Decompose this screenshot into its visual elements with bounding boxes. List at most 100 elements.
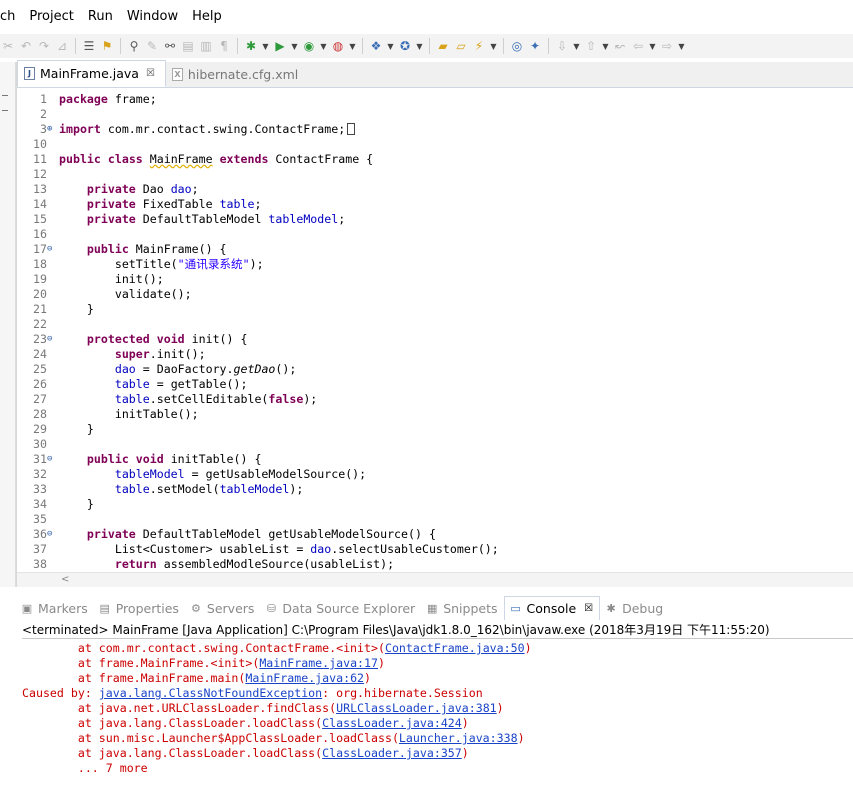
expand-fold-icon[interactable]: ⊕ xyxy=(47,122,57,137)
forward-icon[interactable]: ↷ xyxy=(36,38,52,54)
page-icon[interactable]: ▤ xyxy=(180,38,196,54)
chevron-down-icon[interactable]: ▼ xyxy=(290,42,299,51)
tab-hibernate-cfg-xml[interactable]: X hibernate.cfg.xml xyxy=(166,61,308,87)
chevron-down-icon[interactable]: ▼ xyxy=(648,42,657,51)
open-folder-icon[interactable]: ▱ xyxy=(453,38,469,54)
last-edit-icon[interactable]: ↜ xyxy=(612,38,628,54)
perspective-icon[interactable]: ✦ xyxy=(527,38,543,54)
code-token: dao xyxy=(170,182,192,196)
chevron-down-icon[interactable]: ▼ xyxy=(572,42,581,51)
tab-servers[interactable]: ⚙ Servers xyxy=(185,596,261,620)
globe-icon[interactable]: ◎ xyxy=(509,38,525,54)
forward-nav-icon[interactable]: ⇨ xyxy=(659,38,675,54)
coverage-icon[interactable]: ◉ xyxy=(301,38,317,54)
new-class-icon[interactable]: ✪ xyxy=(397,38,413,54)
search-icon[interactable]: ⚡ xyxy=(471,38,487,54)
console-link[interactable]: URLClassLoader.java:381 xyxy=(336,701,497,715)
collapsed-imports-marker[interactable] xyxy=(347,123,356,135)
code-line: 17 ⊖ public MainFrame() { xyxy=(17,242,853,257)
ruler-icon[interactable]: ⊿ xyxy=(54,38,70,54)
console-status: <terminated> MainFrame [Java Application… xyxy=(22,621,853,639)
code-text: dao = DaoFactory.getDao(); xyxy=(59,362,297,377)
console-link[interactable]: ClassLoader.java:424 xyxy=(322,716,462,730)
code-text: table.setCellEditable(false); xyxy=(59,392,317,407)
line-number: 38 xyxy=(33,557,47,571)
next-annotation-icon[interactable]: ⇩ xyxy=(554,38,570,54)
editor-tab-bar: J MainFrame.java ☒ X hibernate.cfg.xml xyxy=(17,60,853,88)
tab-debug[interactable]: ✱ Debug xyxy=(600,596,669,620)
skip-breakpoints-icon[interactable]: ⚑ xyxy=(99,38,115,54)
console-link[interactable]: ClassLoader.java:357 xyxy=(322,746,462,760)
console-link[interactable]: ContactFrame.java:50 xyxy=(385,641,525,655)
collapse-fold-icon[interactable]: ⊖ xyxy=(47,242,57,257)
panel-tab-label: Markers xyxy=(38,600,88,616)
console-link[interactable]: java.lang.ClassNotFoundException xyxy=(99,686,322,700)
menu-item-window[interactable]: Window xyxy=(120,0,185,34)
tab-mainframe-java[interactable]: J MainFrame.java ☒ xyxy=(17,60,166,87)
console-link[interactable]: MainFrame.java:62 xyxy=(245,671,364,685)
chevron-down-icon[interactable]: ▼ xyxy=(601,42,610,51)
debug-icon[interactable]: ✱ xyxy=(243,38,259,54)
collapse-fold-icon[interactable]: ⊖ xyxy=(47,527,57,542)
chevron-down-icon[interactable]: ▼ xyxy=(677,42,686,51)
console-text: at com.mr.contact.swing.ContactFrame.<in… xyxy=(22,641,385,655)
code-token: extends xyxy=(219,152,269,166)
console-link[interactable]: MainFrame.java:17 xyxy=(259,656,378,670)
chevron-down-icon[interactable]: ▼ xyxy=(319,42,328,51)
tab-data-source-explorer[interactable]: ⛁ Data Source Explorer xyxy=(260,596,421,620)
open-type-icon[interactable]: ▰ xyxy=(435,38,451,54)
code-token: table xyxy=(114,377,150,391)
horizontal-scrollbar[interactable]: < xyxy=(17,572,853,587)
cut-icon[interactable]: ✂ xyxy=(0,38,16,54)
tab-properties[interactable]: ▤ Properties xyxy=(94,596,185,620)
tab-markers[interactable]: ▣ Markers xyxy=(16,596,94,620)
code-line: 2 xyxy=(17,107,853,122)
code-token: class xyxy=(107,152,143,166)
close-icon[interactable]: ☒ xyxy=(146,68,155,79)
block-icon[interactable]: ▥ xyxy=(198,38,214,54)
run-icon[interactable]: ▶ xyxy=(272,38,288,54)
panel-tab-label: Data Source Explorer xyxy=(282,600,416,616)
code-line: 29 } xyxy=(17,422,853,437)
code-token: tableModel xyxy=(219,482,290,496)
pin-icon[interactable]: ⚲ xyxy=(126,38,142,54)
menu-item-ch[interactable]: ch xyxy=(0,0,22,34)
link-icon[interactable]: ⚯ xyxy=(162,38,178,54)
console-output[interactable]: at com.mr.contact.swing.ContactFrame.<in… xyxy=(22,641,853,791)
pen-icon[interactable]: ✎ xyxy=(144,38,160,54)
code-token: ); xyxy=(303,392,318,406)
menu-item-run[interactable]: Run xyxy=(81,0,120,34)
outline-icon[interactable]: ☰ xyxy=(81,38,97,54)
menu-item-help[interactable]: Help xyxy=(185,0,229,34)
code-token: Dao xyxy=(135,182,171,196)
tab-snippets[interactable]: ▦ Snippets xyxy=(421,596,503,620)
close-icon[interactable]: ☒ xyxy=(584,603,593,614)
chevron-down-icon[interactable]: ▼ xyxy=(348,42,357,51)
code-editor[interactable]: 1 package frame; 2 3 ⊕ import com.mr.contact.… xyxy=(17,92,853,572)
console-link[interactable]: Launcher.java:338 xyxy=(399,731,518,745)
new-java-project-icon[interactable]: ❖ xyxy=(368,38,384,54)
java-file-icon: J xyxy=(24,67,35,80)
menu-item-project[interactable]: Project xyxy=(22,0,80,34)
back-nav-icon[interactable]: ⇦ xyxy=(630,38,646,54)
code-line: 11 public class MainFrame extends Contact… xyxy=(17,152,853,167)
tab-console[interactable]: ▭ Console ☒ xyxy=(503,596,601,620)
code-line: 36 ⊖ private DefaultTableModel getUsableM… xyxy=(17,527,853,542)
chevron-down-icon[interactable]: ▼ xyxy=(489,42,498,51)
chevron-down-icon[interactable]: ▼ xyxy=(386,42,395,51)
chevron-down-icon[interactable]: ▼ xyxy=(415,42,424,51)
console-line: ... 7 more xyxy=(22,761,853,776)
code-text: initTable(); xyxy=(59,407,199,422)
external-tools-icon[interactable]: ◍ xyxy=(330,38,346,54)
back-icon[interactable]: ↶ xyxy=(18,38,34,54)
paragraph-icon[interactable]: ¶ xyxy=(216,38,232,54)
scroll-left-icon[interactable]: < xyxy=(61,574,69,585)
collapse-fold-icon[interactable]: ⊖ xyxy=(47,452,57,467)
chevron-down-icon[interactable]: ▼ xyxy=(261,42,270,51)
code-line: 24 super.init(); xyxy=(17,347,853,362)
collapse-fold-icon[interactable]: ⊖ xyxy=(47,332,57,347)
previous-annotation-icon[interactable]: ⇧ xyxy=(583,38,599,54)
